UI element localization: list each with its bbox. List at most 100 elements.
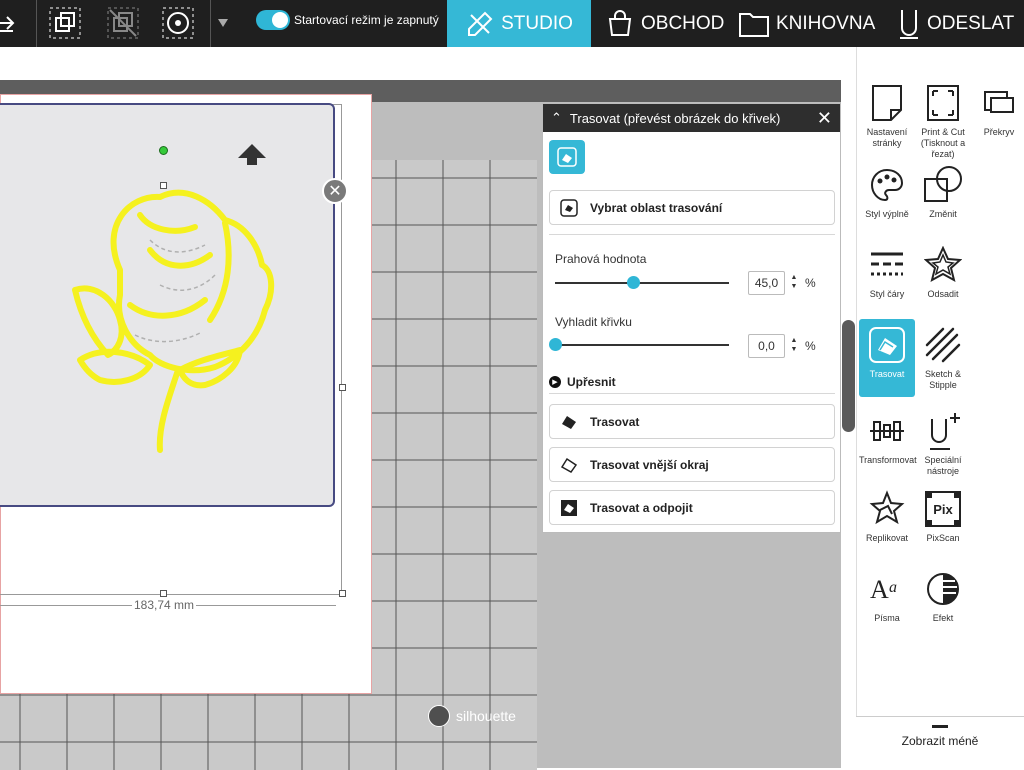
tab-odeslat[interactable]: ODESLAT [897, 0, 1014, 47]
pencil-ruler-icon [468, 11, 493, 36]
threshold-slider[interactable] [555, 282, 729, 284]
smooth-label: Vyhladit křivku [555, 315, 632, 329]
cutter-icon [900, 9, 918, 39]
close-icon[interactable]: ✕ [322, 178, 348, 204]
threshold-slider-knob[interactable] [626, 276, 640, 289]
sidebar-label: Odsadit [927, 289, 959, 299]
smooth-stepper[interactable]: ▲ ▼ [789, 336, 799, 354]
startup-mode-toggle[interactable] [256, 10, 290, 30]
vertical-scrollbar[interactable] [841, 80, 856, 768]
resize-handle[interactable] [339, 590, 346, 597]
sidebar-item-page-setup[interactable]: Nastavení stránky [859, 81, 915, 149]
play-icon: ▶ [549, 376, 561, 388]
chevron-up-icon[interactable]: ⌃ [551, 110, 562, 126]
sidebar-item-line-style[interactable]: Styl čáry [859, 243, 915, 300]
shopping-bag-icon [608, 9, 632, 36]
trace-outer-edge-button[interactable]: Trasovat vnější okraj [549, 447, 835, 482]
sidebar-item-replicate[interactable]: Replikovat [859, 487, 915, 544]
tab-studio[interactable]: STUDIO [447, 0, 591, 47]
print-cut-icon [927, 85, 959, 121]
sidebar-item-modify[interactable]: Změnit [915, 163, 971, 220]
sidebar-label: Styl výplně [865, 209, 909, 219]
threshold-label: Prahová hodnota [555, 252, 647, 266]
compound-path-icon[interactable] [159, 4, 197, 42]
sidebar-label: Nastavení stránky [866, 127, 908, 148]
smooth-input[interactable]: 0,0 [748, 334, 785, 358]
trace-tool-button[interactable] [549, 140, 585, 174]
offset-star-icon [924, 246, 962, 282]
trace-icon [869, 327, 905, 363]
sidebar-label: Sketch & Stipple [924, 369, 962, 390]
tab-label: ODESLAT [927, 12, 1015, 34]
sidebar-item-sketch-stipple[interactable]: Sketch & Stipple [915, 323, 971, 391]
line-style-icon [871, 252, 903, 276]
trace-detach-icon [561, 499, 577, 516]
fonts-icon: Aa [870, 575, 897, 604]
tab-label: KNIHOVNA [776, 12, 876, 34]
close-icon[interactable]: ✕ [817, 108, 832, 129]
panel-header: ⌃ Trasovat (převést obrázek do křivek) ✕ [543, 104, 840, 132]
right-sidebar: Nastavení stránky Print & Cut (Tisknout … [856, 47, 1024, 768]
panel-title: Trasovat (převést obrázek do křivek) [569, 110, 781, 126]
tab-label: OBCHOD [641, 12, 725, 34]
sidebar-item-effect[interactable]: Efekt [915, 567, 971, 624]
sidebar-label: Překryv [983, 127, 1015, 137]
trace-icon [557, 147, 577, 167]
sidebar-item-offset[interactable]: Odsadit [915, 243, 971, 300]
transform-icon [870, 421, 904, 441]
resize-handle[interactable] [339, 384, 346, 391]
ungroup-icon[interactable] [104, 4, 142, 42]
sidebar-item-print-cut[interactable]: Print & Cut (Tisknout a řezat) [915, 81, 971, 160]
chevron-down-icon[interactable] [212, 4, 234, 42]
sidebar-label: Efekt [932, 613, 954, 623]
trace-button[interactable]: Trasovat [549, 404, 835, 439]
sidebar-label: Replikovat [865, 533, 909, 543]
smooth-slider-knob[interactable] [548, 338, 562, 351]
show-less-label: Zobrazit méně [901, 734, 979, 748]
sidebar-label: Písma [874, 613, 900, 623]
threshold-unit: % [805, 276, 816, 290]
replicate-icon [869, 490, 905, 525]
rotate-handle[interactable] [159, 146, 168, 155]
sidebar-item-overlap[interactable]: Překryv [971, 81, 1024, 138]
tab-knihovna[interactable]: KNIHOVNA [738, 0, 875, 47]
tab-label: STUDIO [501, 12, 573, 34]
sidebar-item-pixscan[interactable]: Pix PixScan [915, 487, 971, 544]
sidebar-item-special-tools[interactable]: Speciální nástroje [915, 409, 971, 477]
arrow-right-icon[interactable] [0, 4, 24, 42]
sidebar-item-fill-style[interactable]: Styl výplně [859, 163, 915, 220]
scrollbar-thumb[interactable] [842, 320, 855, 432]
refine-toggle[interactable]: ▶ Upřesnit [549, 375, 616, 389]
group-icon[interactable] [46, 4, 84, 42]
arrow-up-icon[interactable] [236, 142, 268, 166]
sidebar-item-fonts[interactable]: Aa Písma [859, 567, 915, 624]
sidebar-item-transform[interactable]: Transformovat [859, 409, 917, 466]
sidebar-item-trace[interactable]: Trasovat [859, 319, 915, 397]
threshold-stepper[interactable]: ▲ ▼ [789, 273, 799, 291]
imported-image[interactable] [0, 103, 335, 507]
resize-handle[interactable] [160, 182, 167, 189]
resize-handle[interactable] [160, 590, 167, 597]
svg-text:A: A [870, 575, 889, 604]
width-dimension: 183,74 mm [132, 598, 197, 612]
tab-obchod[interactable]: OBCHOD [605, 0, 724, 47]
toolbar-divider [36, 0, 37, 47]
pixscan-icon: Pix [925, 491, 961, 527]
sidebar-label: Transformovat [859, 455, 917, 465]
trace-and-detach-label: Trasovat a odpojit [590, 500, 693, 515]
threshold-input[interactable]: 45,0 [748, 271, 785, 295]
divider [549, 393, 835, 394]
ruler-strip [0, 47, 856, 80]
silhouette-logo-icon [428, 705, 450, 727]
sidebar-label: Speciální nástroje [924, 455, 962, 476]
trace-outline-icon [560, 457, 578, 473]
toolbar-divider [210, 0, 211, 47]
smooth-slider[interactable] [555, 344, 729, 346]
trace-button-label: Trasovat [590, 414, 640, 429]
trace-fill-icon [562, 415, 576, 429]
show-less-button[interactable]: Zobrazit méně [856, 716, 1024, 768]
sketch-icon [925, 327, 961, 363]
silhouette-logo: silhouette [428, 705, 516, 727]
trace-and-detach-button[interactable]: Trasovat a odpojit [549, 490, 835, 525]
select-trace-area-button[interactable]: Vybrat oblast trasování [549, 190, 835, 225]
